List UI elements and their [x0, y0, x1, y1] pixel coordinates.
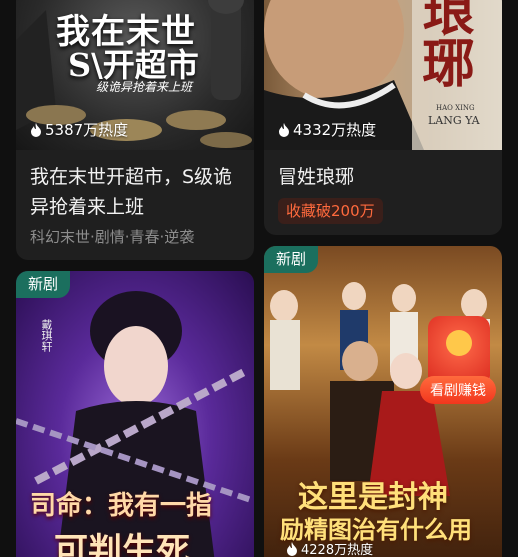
heat-count: 5387万热度	[30, 119, 128, 140]
flame-icon	[279, 122, 289, 137]
poster-title-line2: 可判生死	[54, 531, 190, 557]
poster-title: 琅琊	[413, 0, 474, 88]
drama-poster[interactable]: 看剧赚钱 这里是封神 励精图治有什么用 4228万热度	[264, 246, 502, 557]
poster-side-text: 戴琪轩	[40, 319, 53, 352]
poster-pinyin: LANG YA	[428, 114, 480, 127]
heat-count: 4332万热度	[278, 119, 376, 140]
drama-tags: 科幻末世·剧情·青春·逆袭	[30, 228, 195, 246]
drama-title[interactable]: 我在末世开超市，S级诡异抢着来上班	[30, 162, 242, 222]
flame-icon	[287, 541, 297, 556]
new-badge: 新剧	[264, 246, 319, 273]
drama-card[interactable]: 新剧 看剧赚钱 这里是封神 励精图治有什么用 4228万热度	[264, 246, 502, 557]
drama-poster[interactable]: 琅琊 HAO XING LANG YA 4332万热度	[264, 0, 502, 150]
flame-icon	[31, 122, 41, 137]
coin-icon	[446, 330, 472, 356]
drama-card[interactable]: 琅琊 HAO XING LANG YA 4332万热度 冒姓琅琊 收藏破200万	[264, 0, 502, 235]
drama-card[interactable]: 新剧 戴琪轩 司命：我有一指 可判生死	[16, 271, 254, 557]
heat-count: 4228万热度	[286, 539, 373, 557]
drama-poster[interactable]: 我在末世 S\开超市 级诡异抢着来上班 5387万热度	[16, 0, 254, 150]
poster-subtitle: 级诡异抢着来上班	[96, 80, 193, 94]
earn-by-watching-button[interactable]: 看剧赚钱	[420, 376, 496, 404]
drama-title[interactable]: 冒姓琅琊	[278, 162, 490, 192]
favorite-badge: 收藏破200万	[278, 198, 383, 224]
poster-pinyin-top: HAO XING	[436, 104, 475, 112]
drama-poster[interactable]: 戴琪轩 司命：我有一指 可判生死	[16, 271, 254, 557]
drama-card[interactable]: 我在末世 S\开超市 级诡异抢着来上班 5387万热度 我在末世开超市，S级诡异…	[16, 0, 254, 260]
new-badge: 新剧	[16, 271, 71, 298]
poster-title-line1: 司命：我有一指	[30, 491, 213, 521]
